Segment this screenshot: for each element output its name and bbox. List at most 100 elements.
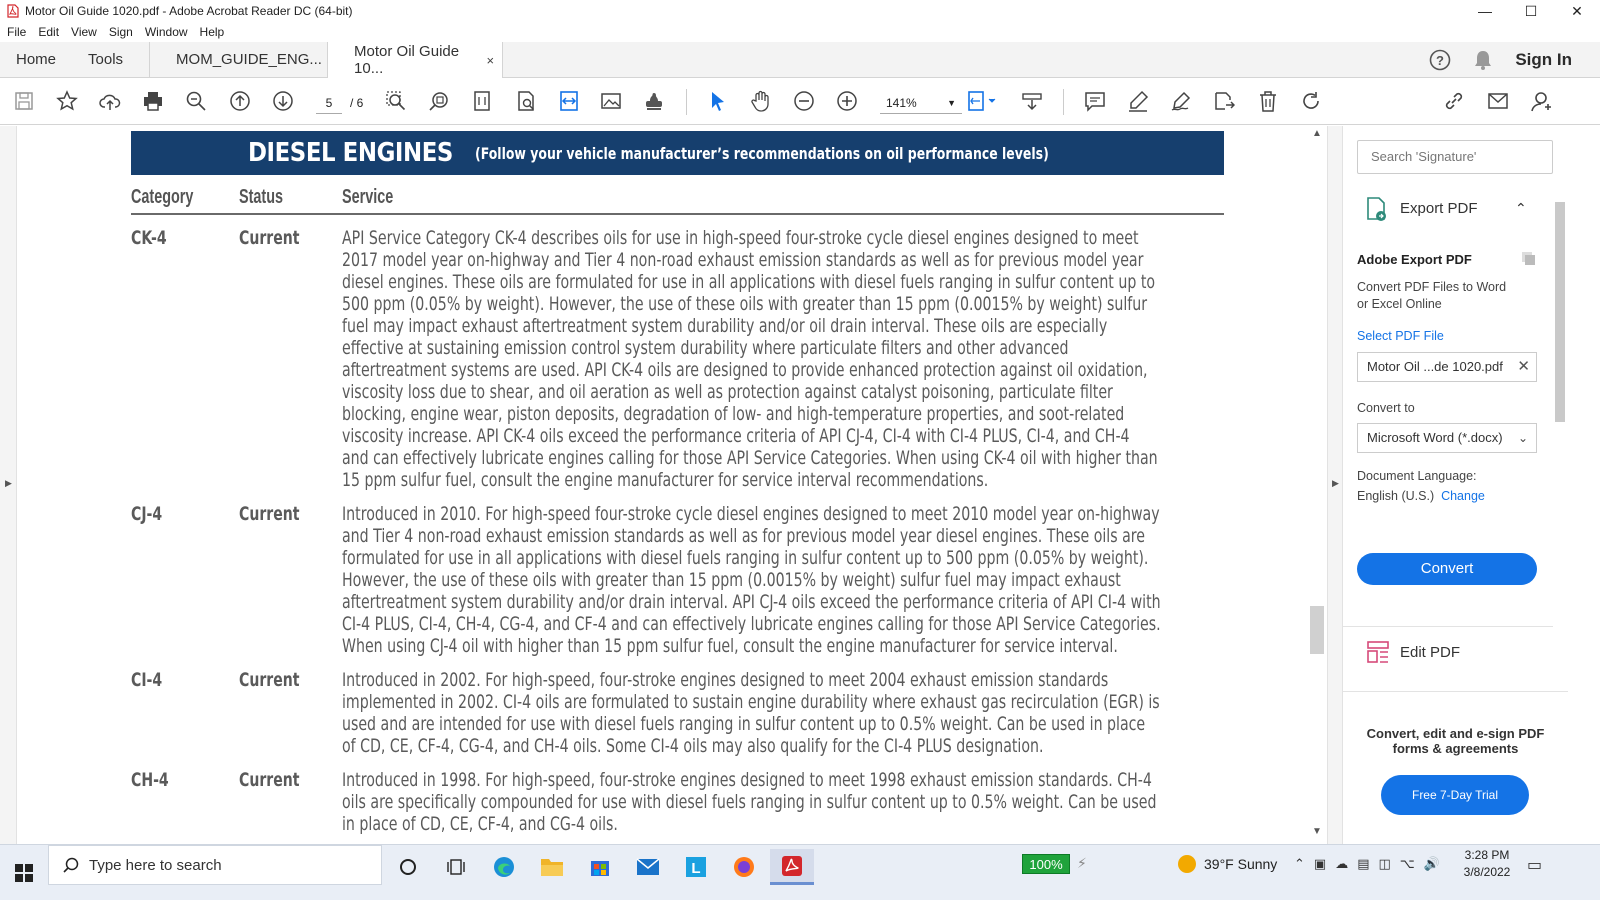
firefox-app[interactable] [722, 849, 766, 885]
comment-icon[interactable] [1083, 89, 1107, 113]
format-select[interactable]: Microsoft Word (*.docx) ⌄ [1357, 423, 1537, 453]
tools-search-input[interactable]: Search 'Signature' [1357, 140, 1553, 174]
sign-pen-icon[interactable] [1169, 89, 1193, 113]
left-panel-toggle[interactable]: ▶ [0, 126, 17, 844]
minimize-button[interactable]: — [1462, 0, 1508, 22]
zoom-in-page-icon[interactable] [427, 89, 451, 113]
page-number-input[interactable]: 5 [316, 92, 342, 114]
service-text-line: oils are specifically compounded for use… [342, 791, 1157, 813]
right-panel-toggle[interactable]: ▶ [1327, 126, 1343, 844]
document-scrollbar[interactable]: ▲ ▼ [1307, 126, 1327, 844]
l-app[interactable]: L [674, 849, 718, 885]
store-app[interactable] [578, 849, 622, 885]
share-link-icon[interactable] [1442, 89, 1466, 113]
panel-scrollbar[interactable] [1553, 188, 1567, 688]
tab-document-mom-guide[interactable]: MOM_GUIDE_ENG... [149, 42, 327, 77]
page-up-icon[interactable] [228, 89, 252, 113]
scroll-down-icon[interactable]: ▼ [1312, 826, 1322, 837]
edit-pdf-title[interactable]: Edit PDF [1400, 644, 1460, 661]
find-text-icon[interactable] [514, 89, 538, 113]
meet-now-icon[interactable]: ▣ [1314, 856, 1326, 872]
maximize-button[interactable]: ☐ [1508, 0, 1554, 22]
weather-text: 39°F Sunny [1204, 856, 1278, 872]
wifi-icon[interactable]: ⌥ [1400, 856, 1415, 872]
page-down-icon[interactable] [271, 89, 295, 113]
close-tab-icon[interactable]: × [486, 53, 494, 68]
start-button[interactable] [0, 845, 48, 901]
select-pdf-file-link[interactable]: Select PDF File [1357, 328, 1444, 345]
scroll-thumb[interactable] [1310, 606, 1324, 654]
zoom-search-icon[interactable] [184, 89, 208, 113]
weather-widget[interactable]: 39°F Sunny [1178, 855, 1277, 873]
convert-button[interactable]: Convert [1357, 553, 1537, 585]
zoom-out-icon[interactable] [792, 89, 816, 113]
image-view-icon[interactable] [599, 89, 623, 113]
selected-file-field[interactable]: Motor Oil ...de 1020.pdf ✕ [1357, 352, 1537, 382]
tab-home[interactable]: Home [0, 42, 72, 77]
toolbar-divider [1063, 89, 1064, 115]
menu-edit[interactable]: Edit [32, 25, 65, 39]
edge-app[interactable] [482, 849, 526, 885]
rotate-icon[interactable] [1299, 89, 1323, 113]
tab-document-motor-oil[interactable]: Motor Oil Guide 10... × [327, 42, 504, 78]
chevron-up-icon[interactable]: ⌃ [1515, 200, 1527, 217]
onedrive-icon[interactable]: ☁ [1335, 856, 1348, 872]
system-clock[interactable]: 3:28 PM 3/8/2022 [1452, 847, 1522, 881]
free-trial-button[interactable]: Free 7-Day Trial [1381, 775, 1529, 815]
battery-indicator[interactable]: 100% [1022, 854, 1070, 874]
close-button[interactable]: ✕ [1554, 0, 1600, 22]
read-mode-icon[interactable] [1020, 89, 1044, 113]
display-icon[interactable]: ▤ [1357, 856, 1369, 872]
panel-scroll-thumb[interactable] [1555, 202, 1565, 422]
acrobat-app[interactable] [770, 849, 814, 885]
highlight-pen-icon[interactable] [1126, 89, 1150, 113]
remove-file-icon[interactable]: ✕ [1517, 353, 1530, 381]
help-icon[interactable]: ? [1429, 49, 1451, 71]
share-edit-icon[interactable] [1212, 89, 1236, 113]
fit-page-icon[interactable] [470, 89, 494, 113]
service-text-line: blocking, engine wear, piston deposits, … [342, 403, 1125, 425]
save-icon[interactable] [12, 89, 36, 113]
task-view-button[interactable] [434, 849, 478, 885]
upload-cloud-icon[interactable] [98, 89, 122, 113]
zoom-level-select[interactable]: 141% ▼ [880, 92, 962, 114]
page-display-icon[interactable] [964, 89, 1000, 113]
export-pdf-icon [1367, 197, 1386, 221]
status-cell: Current [239, 669, 300, 691]
file-explorer-app[interactable] [530, 849, 574, 885]
service-text-line: formulated for use in all applications w… [342, 547, 1149, 569]
menu-sign[interactable]: Sign [103, 25, 139, 39]
section-banner: DIESEL ENGINES (Follow your vehicle manu… [131, 131, 1224, 175]
menu-help[interactable]: Help [194, 25, 231, 39]
fit-width-icon[interactable] [557, 89, 581, 113]
marquee-zoom-icon[interactable] [384, 89, 408, 113]
hand-tool-icon[interactable] [749, 89, 773, 113]
menu-file[interactable]: File [0, 25, 32, 39]
notifications-icon[interactable]: ▭ [1527, 855, 1542, 875]
tray-expand-icon[interactable]: ⌃ [1294, 856, 1305, 872]
trash-icon[interactable] [1256, 89, 1280, 113]
cortana-button[interactable] [386, 849, 430, 885]
select-cursor-icon[interactable] [706, 89, 730, 113]
tab-tools[interactable]: Tools [72, 42, 149, 77]
add-user-icon[interactable] [1529, 89, 1553, 113]
taskbar-search-input[interactable]: Type here to search [48, 845, 382, 885]
info-icon[interactable] [1520, 250, 1536, 266]
sign-in-button[interactable]: Sign In [1515, 50, 1572, 70]
print-icon[interactable] [141, 89, 165, 113]
service-text-line: fuel may impact exhaust aftertreatment s… [342, 315, 1108, 337]
menu-window[interactable]: Window [139, 25, 194, 39]
bookmark-star-icon[interactable] [55, 89, 79, 113]
volume-icon[interactable]: 🔊 [1424, 856, 1440, 872]
menu-view[interactable]: View [65, 25, 103, 39]
stamp-icon[interactable] [642, 89, 666, 113]
scroll-up-icon[interactable]: ▲ [1312, 128, 1322, 139]
email-icon[interactable] [1486, 89, 1510, 113]
promo-box: Convert, edit and e-sign PDF forms & agre… [1343, 691, 1568, 844]
mail-app[interactable] [626, 849, 670, 885]
zoom-in-icon[interactable] [835, 89, 859, 113]
change-language-link[interactable]: Change [1441, 489, 1485, 503]
printer-tray-icon[interactable]: ◫ [1379, 856, 1391, 872]
bell-icon[interactable] [1473, 49, 1493, 71]
export-pdf-title[interactable]: Export PDF [1400, 200, 1478, 217]
